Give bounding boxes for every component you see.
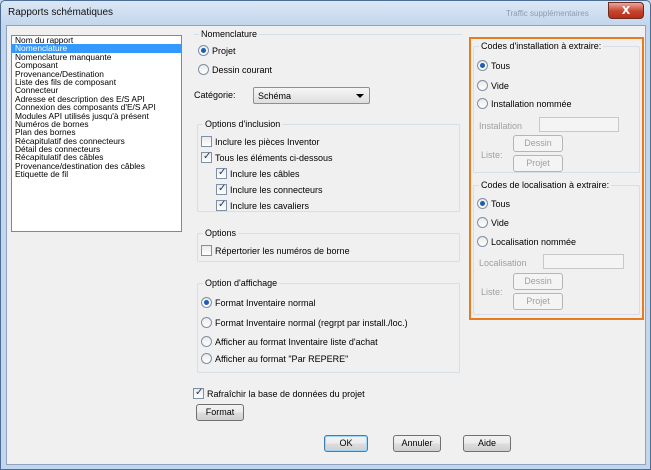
installation-nommee-radio[interactable] [477,98,488,109]
repertorier-bornes-label: Répertorier les numéros de borne [215,246,350,256]
liste-achat-radio[interactable] [201,336,212,347]
pieces-inventor-label: Inclure les pièces Inventor [215,137,320,147]
chevron-down-icon [356,94,364,98]
liste-achat-label: Afficher au format Inventaire liste d'ac… [215,337,378,347]
localisation-dessin-button[interactable]: Dessin [513,273,563,290]
localisation-nommee-label: Localisation nommée [491,237,577,247]
inventaire-regrpt-label: Format Inventaire normal (regrpt par ins… [215,318,408,328]
cavaliers-checkbox[interactable] [216,199,227,211]
installation-vide-label: Vide [491,81,509,91]
annuler-button[interactable]: Annuler [393,435,441,452]
localisation-vide-radio[interactable] [477,217,488,228]
format-button[interactable]: Format [196,404,244,421]
cables-checkbox[interactable] [216,167,227,179]
background-window-title: Traffic supplémentaires [506,9,589,18]
report-listbox[interactable]: Nom du rapport Nomenclature Nomenclature … [11,35,182,232]
installation-liste-label: Liste: [481,150,503,160]
localisation-group-title: Codes de localisation à extraire: [479,180,612,190]
projet-radio[interactable] [198,45,209,56]
par-repere-label: Afficher au format "Par REPERE" [215,354,349,364]
categorie-value: Schéma [258,91,292,101]
localisation-projet-button[interactable]: Projet [513,293,563,310]
installation-group-title: Codes d'installation à extraire: [479,41,604,51]
localisation-tous-label: Tous [491,199,511,209]
installation-vide-radio[interactable] [477,80,488,91]
localisation-tous-radio[interactable] [477,198,488,209]
par-repere-radio[interactable] [201,353,212,364]
inventaire-normal-radio[interactable] [201,297,212,308]
cables-label: Inclure les câbles [230,169,300,179]
installation-tous-radio[interactable] [477,60,488,71]
installation-nommee-label: Installation nommée [491,99,572,109]
connecteurs-label: Inclure les connecteurs [230,185,323,195]
localisation-liste-label: Liste: [481,287,503,297]
dessin-courant-radio[interactable] [198,64,209,75]
dialog-window: Rapports schématiques Traffic supplément… [0,0,651,470]
dialog-client-area: Nom du rapport Nomenclature Nomenclature … [6,25,646,465]
pieces-inventor-checkbox[interactable] [201,136,212,147]
connecteurs-checkbox[interactable] [216,183,227,195]
ok-button[interactable]: OK [324,435,368,452]
affichage-group-title: Option d'affichage [203,278,280,288]
report-list-item[interactable]: Etiquette de fil [12,170,181,179]
installation-dessin-button[interactable]: Dessin [513,135,563,152]
categorie-dropdown[interactable]: Schéma [253,87,370,104]
rafraichir-checkbox[interactable] [193,387,204,399]
close-button[interactable]: X [608,2,644,19]
aide-button[interactable]: Aide [463,435,511,452]
inventaire-regrpt-radio[interactable] [201,317,212,328]
dessin-courant-radio-label: Dessin courant [212,65,273,75]
options-group-title: Options [203,228,239,238]
projet-radio-label: Projet [212,46,236,56]
inventaire-normal-label: Format Inventaire normal [215,298,316,308]
close-icon: X [621,4,631,17]
nomenclature-group-title: Nomenclature [199,29,260,39]
inclusion-group-title: Options d'inclusion [203,119,283,129]
installation-projet-button[interactable]: Projet [513,155,563,172]
localisation-field-label: Localisation [479,258,527,268]
categorie-label: Catégorie: [194,90,236,100]
repertorier-bornes-checkbox[interactable] [201,245,212,256]
installation-input[interactable] [539,117,619,132]
installation-field-label: Installation [479,121,523,131]
tous-elements-checkbox[interactable] [201,151,212,163]
title-bar[interactable]: Rapports schématiques Traffic supplément… [1,1,650,25]
installation-tous-label: Tous [491,61,511,71]
tous-elements-label: Tous les éléments ci-dessous [215,153,333,163]
window-title: Rapports schématiques [8,7,114,18]
cavaliers-label: Inclure les cavaliers [230,201,310,211]
rafraichir-label: Rafraîchir la base de données du projet [207,389,365,399]
localisation-nommee-radio[interactable] [477,236,488,247]
localisation-input[interactable] [543,254,624,269]
localisation-vide-label: Vide [491,218,509,228]
